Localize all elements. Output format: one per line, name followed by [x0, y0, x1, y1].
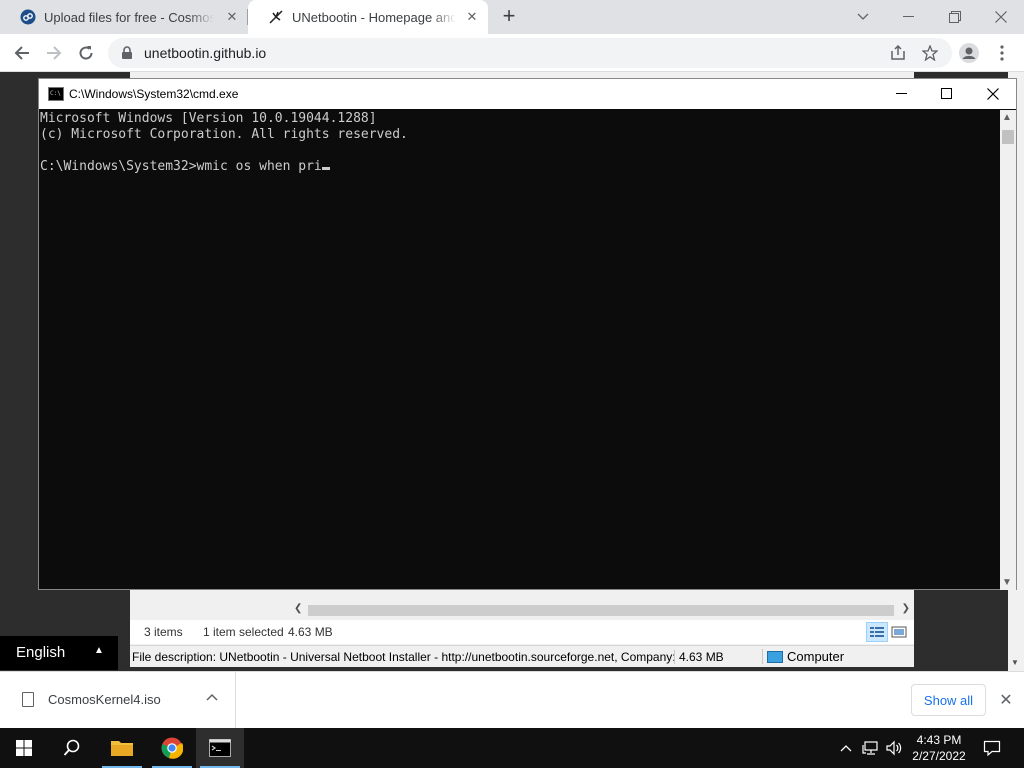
- tab-close-icon[interactable]: ✕: [464, 9, 480, 25]
- back-button[interactable]: [10, 41, 34, 65]
- lock-icon[interactable]: [120, 46, 134, 60]
- cmd-icon: [209, 739, 231, 757]
- folder-icon: [111, 741, 133, 756]
- back-arrow-icon: [14, 46, 29, 60]
- details-view-button[interactable]: [866, 622, 888, 642]
- close-shelf-icon[interactable]: ✕: [996, 690, 1016, 710]
- show-hidden-icons-chevron-icon[interactable]: [836, 728, 856, 768]
- start-button[interactable]: [0, 728, 48, 768]
- reload-button[interactable]: [74, 41, 98, 65]
- minimize-icon: [896, 93, 907, 94]
- unetbootin-favicon-icon: [268, 9, 284, 25]
- cmd-taskbar-button[interactable]: [196, 728, 244, 768]
- file-explorer-taskbar-button[interactable]: [98, 728, 146, 768]
- details-view-icon: [870, 627, 884, 637]
- windows-logo-icon: [16, 740, 32, 756]
- large-icons-view-button[interactable]: [888, 622, 910, 642]
- chrome-icon: [161, 737, 183, 759]
- language-label[interactable]: English: [16, 644, 65, 661]
- console-prompt-line[interactable]: C:\Windows\System32>wmic os when pri: [40, 159, 1000, 175]
- console-line: Microsoft Windows [Version 10.0.19044.12…: [40, 111, 377, 126]
- location-zone: Computer: [762, 649, 844, 664]
- close-window-icon[interactable]: [978, 0, 1024, 34]
- selection-count: 1 item selected: [203, 625, 284, 639]
- language-bar[interactable]: English ▲: [0, 636, 118, 670]
- scroll-left-icon[interactable]: ❮: [294, 603, 302, 614]
- scrollbar-thumb[interactable]: [308, 605, 894, 616]
- system-clock[interactable]: 4:43 PM 2/27/2022: [904, 732, 974, 764]
- console-line: (c) Microsoft Corporation. All rights re…: [40, 127, 408, 142]
- cmd-scrollbar[interactable]: ▲ ▼: [1000, 110, 1016, 590]
- volume-icon[interactable]: [884, 728, 904, 768]
- clock-time: 4:43 PM: [916, 733, 962, 747]
- cmd-title: C:\Windows\System32\cmd.exe: [69, 87, 239, 101]
- text-cursor: [321, 167, 330, 170]
- forward-arrow-icon: [47, 46, 62, 60]
- maximize-icon: [941, 88, 952, 99]
- computer-icon: [767, 650, 783, 663]
- download-file-name[interactable]: CosmosKernel4.iso: [48, 692, 161, 707]
- address-bar[interactable]: unetbootin.github.io: [108, 38, 952, 68]
- file-icon: [22, 692, 34, 707]
- share-icon[interactable]: [886, 41, 910, 65]
- network-icon[interactable]: [860, 728, 882, 768]
- cmd-minimize-button[interactable]: [879, 79, 925, 109]
- cmd-titlebar[interactable]: C:\ C:\Windows\System32\cmd.exe: [39, 79, 1016, 109]
- search-icon: [63, 739, 80, 756]
- caret-up-icon[interactable]: ▲: [94, 645, 104, 656]
- scrollbar-thumb[interactable]: [1002, 130, 1014, 144]
- cmd-app-icon: C:\: [48, 87, 64, 101]
- scroll-down-icon[interactable]: ▼: [1011, 658, 1019, 667]
- show-all-button[interactable]: Show all: [911, 684, 986, 716]
- cmd-close-button[interactable]: [970, 79, 1016, 109]
- minimize-icon[interactable]: [886, 0, 932, 34]
- chevron-up-icon[interactable]: [206, 690, 218, 704]
- selection-size: 4.63 MB: [288, 625, 333, 639]
- url-text[interactable]: unetbootin.github.io: [144, 45, 266, 61]
- cmd-console-output[interactable]: Microsoft Windows [Version 10.0.19044.12…: [39, 110, 1000, 590]
- profile-avatar-icon[interactable]: [957, 41, 981, 65]
- browser-tabstrip: Upload files for free - CosmosKernel4.is…: [0, 0, 1024, 34]
- clock-date: 2/27/2022: [912, 749, 966, 763]
- tab-search-chevron-icon[interactable]: [840, 0, 886, 34]
- console-input[interactable]: C:\Windows\System32>wmic os when pri: [40, 159, 322, 174]
- tab-unetbootin[interactable]: UNetbootin - Homepage and Downloads ✕: [248, 0, 488, 34]
- menu-kebab-icon[interactable]: [990, 41, 1014, 65]
- ufile-favicon-icon: [20, 9, 36, 25]
- close-icon: [987, 88, 999, 100]
- bookmark-star-icon[interactable]: [918, 41, 942, 65]
- large-icons-view-icon: [891, 626, 907, 638]
- search-button[interactable]: [48, 728, 96, 768]
- download-item[interactable]: CosmosKernel4.iso: [0, 672, 236, 728]
- tab-label: Upload files for free - CosmosKernel4.is…: [44, 9, 214, 25]
- chrome-taskbar-button[interactable]: [148, 728, 196, 768]
- restore-icon[interactable]: [932, 0, 978, 34]
- notification-center-icon[interactable]: [978, 728, 1006, 768]
- scroll-down-icon[interactable]: ▼: [1002, 577, 1012, 588]
- location-label: Computer: [787, 649, 845, 664]
- tab-upload-files[interactable]: Upload files for free - CosmosKernel4.is…: [0, 0, 248, 34]
- cmd-window[interactable]: C:\ C:\Windows\System32\cmd.exe Microsof…: [38, 78, 1017, 590]
- forward-button[interactable]: [42, 41, 66, 65]
- scroll-right-icon[interactable]: ❯: [902, 603, 910, 614]
- tab-label: UNetbootin - Homepage and Downloads: [292, 9, 456, 25]
- downloads-shelf: CosmosKernel4.iso Show all ✕: [0, 671, 1024, 728]
- scroll-up-icon[interactable]: ▲: [1002, 112, 1012, 123]
- cmd-maximize-button[interactable]: [924, 79, 970, 109]
- explorer-details-bar: File description: UNetbootin - Universal…: [130, 645, 914, 667]
- reload-icon: [79, 46, 93, 60]
- tab-close-icon[interactable]: ✕: [224, 9, 240, 25]
- file-description: File description: UNetbootin - Universal…: [132, 650, 674, 664]
- browser-toolbar: unetbootin.github.io: [0, 34, 1024, 72]
- explorer-horizontal-scrollbar[interactable]: ❮ ❯: [290, 602, 914, 619]
- file-size: 4.63 MB: [674, 650, 724, 664]
- item-count: 3 items: [144, 625, 183, 639]
- explorer-status-bar: 3 items 1 item selected 4.63 MB: [130, 620, 914, 644]
- new-tab-button[interactable]: +: [498, 5, 520, 28]
- windows-taskbar: 4:43 PM 2/27/2022: [0, 728, 1024, 768]
